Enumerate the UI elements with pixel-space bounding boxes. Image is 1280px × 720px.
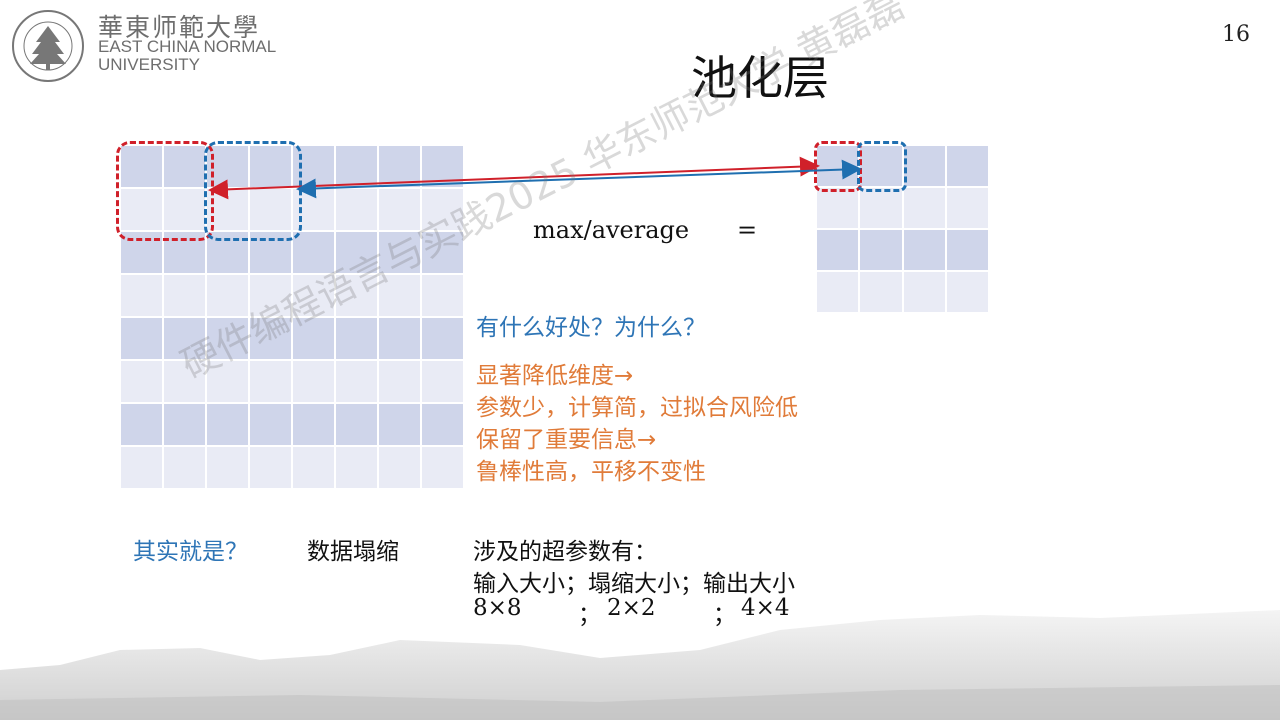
- benefit-line-1: 显著降低维度→: [476, 363, 634, 389]
- separator-2: ；: [713, 602, 736, 628]
- input-size-value: 8×8: [473, 595, 522, 621]
- hyperparameter-names: 输入大小；塌缩大小；输出大小: [473, 571, 795, 597]
- benefit-line-2: 参数少，计算简，过拟合风险低: [476, 395, 798, 421]
- equals-sign: =: [737, 216, 758, 244]
- essence-question: 其实就是？: [133, 539, 248, 565]
- benefit-question: 有什么好处？为什么？: [476, 315, 706, 341]
- pool-size-value: 2×2: [607, 595, 656, 621]
- separator-1: ；: [578, 602, 601, 628]
- hyperparameter-title: 涉及的超参数有：: [473, 539, 657, 565]
- essence-answer: 数据塌缩: [307, 539, 399, 565]
- benefit-line-3: 保留了重要信息→: [476, 427, 657, 453]
- benefit-line-4: 鲁棒性高，平移不变性: [476, 459, 706, 485]
- pooling-formula-text: max/average: [533, 216, 690, 244]
- output-size-value: 4×4: [741, 595, 790, 621]
